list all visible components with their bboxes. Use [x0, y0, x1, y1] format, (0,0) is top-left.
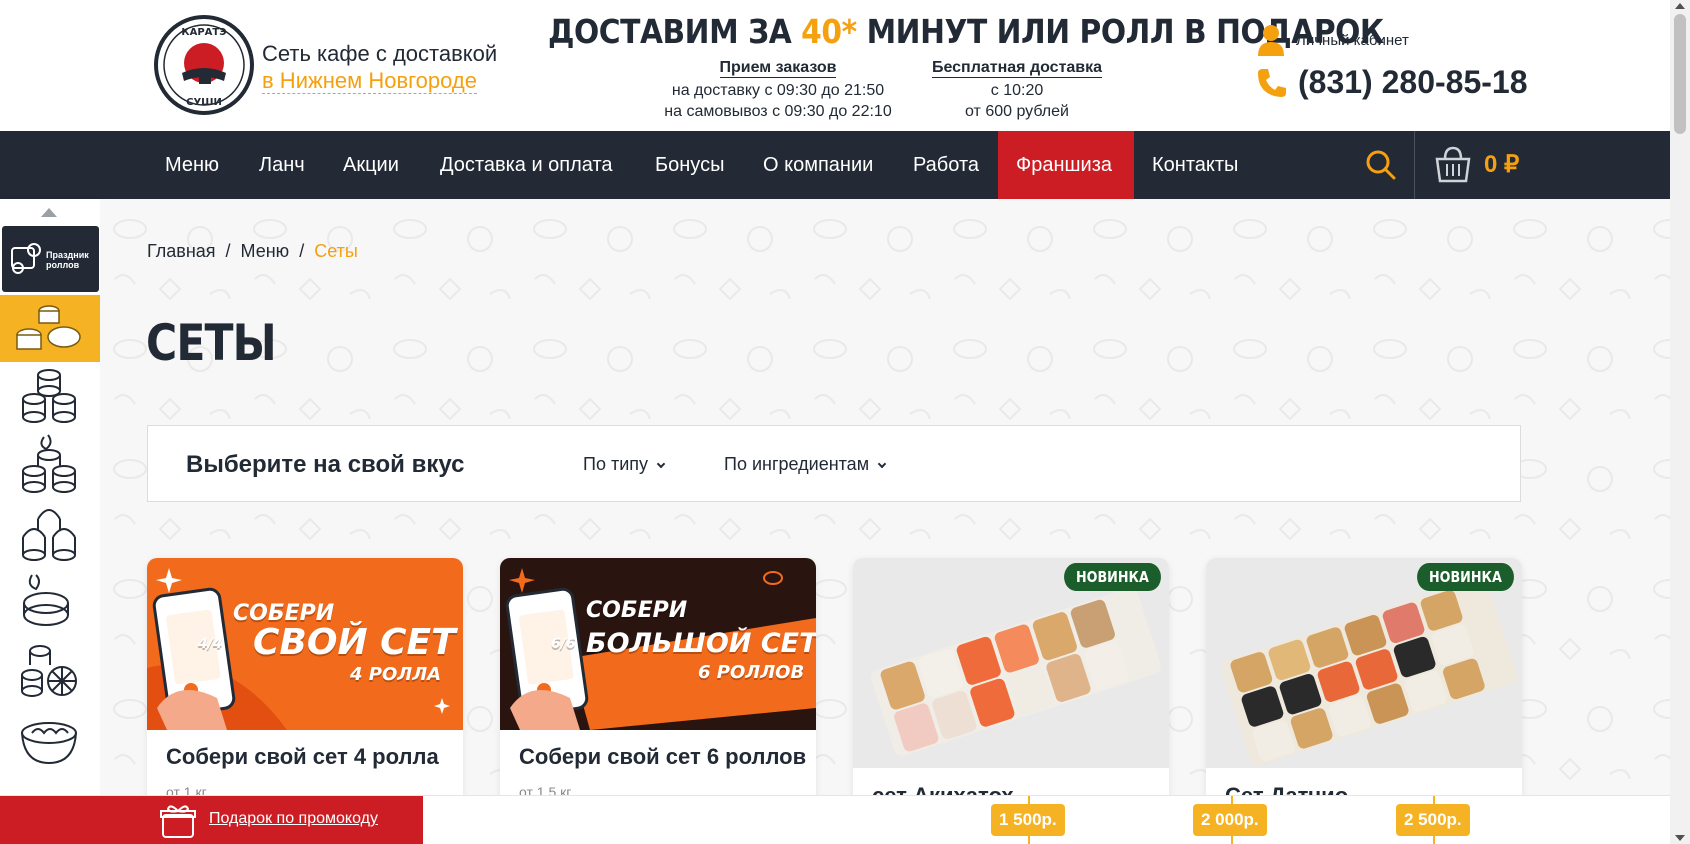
order-hours-title: Прием заказов	[719, 59, 837, 78]
nav-item-contacts[interactable]: Контакты	[1152, 131, 1238, 199]
filter-panel: Выберите на свой вкус По типу По ингреди…	[147, 425, 1521, 502]
holiday-label: Праздник роллов	[46, 250, 89, 270]
product-weight: от 1,5 кг	[519, 784, 572, 795]
gift-promo-button[interactable]: Подарок по промокоду	[0, 796, 423, 844]
filter-ingredients-label: По ингредиентам	[724, 454, 870, 474]
sidebar-item-holiday[interactable]: Праздник роллов	[2, 226, 99, 292]
nav-item-delivery[interactable]: Доставка и оплата	[440, 131, 613, 199]
banner-line1: СОБЕРИ	[586, 598, 688, 623]
banner-phone-count: 4/4	[198, 636, 223, 652]
threshold-2500: 2 500р.	[1396, 804, 1470, 836]
user-icon	[1258, 25, 1284, 56]
rolls-icon[interactable]	[18, 365, 80, 427]
new-badge: НОВИНКА	[1064, 563, 1161, 591]
page-title: СЕТЫ	[146, 314, 277, 372]
header-tagline: Сеть кафе с доставкой в Нижнем Новгороде	[262, 40, 497, 94]
tagline-text: Сеть кафе с доставкой	[262, 41, 498, 66]
chevron-down-icon	[656, 459, 666, 469]
cart-icon[interactable]	[1433, 145, 1473, 185]
gift-icon	[160, 805, 196, 838]
breadcrumb-current: Сеты	[314, 241, 358, 261]
banner-phone-count: 6/6	[551, 636, 576, 652]
free-delivery-min: от 600 рублей	[965, 103, 1069, 120]
threshold-2000: 2 000р.	[1193, 804, 1267, 836]
product-card[interactable]: 4/4 СОБЕРИ СВОЙ СЕТ 4 РОЛЛА Собери свой …	[147, 558, 463, 795]
product-name[interactable]: Сет Датчио	[1225, 783, 1348, 795]
free-delivery-title: Бесплатная доставка	[931, 59, 1103, 78]
new-badge: НОВИНКА	[1417, 563, 1514, 591]
nav-item-franchise[interactable]: Франшиза	[998, 131, 1134, 199]
page-scrollbar[interactable]	[1670, 0, 1690, 844]
product-card[interactable]: НОВИНКА сет Акихатох	[853, 558, 1169, 795]
banner-line2: БОЛЬШОЙ СЕТ	[586, 628, 816, 659]
threshold-1500: 1 500р.	[991, 804, 1065, 836]
breadcrumb-separator: /	[299, 241, 305, 261]
order-hours-pickup: на самовывоз с 09:30 до 22:10	[664, 103, 892, 120]
cart-total[interactable]: 0 ₽	[1484, 131, 1519, 199]
banner-line2: СВОЙ СЕТ	[253, 622, 456, 663]
karate-sushi-logo[interactable]: КАРАТЭ СУШИ	[146, 15, 262, 131]
phone-link[interactable]: (831) 280-85-18	[1256, 64, 1527, 101]
product-name[interactable]: Собери свой сет 4 ролла	[166, 744, 439, 770]
banner-line3: 6 РОЛЛОВ	[698, 662, 805, 683]
nav-item-lunch[interactable]: Ланч	[259, 131, 305, 199]
sidebar-item-sets[interactable]	[0, 295, 100, 362]
mini-rolls-icon[interactable]	[18, 639, 80, 701]
nav-item-jobs[interactable]: Работа	[913, 131, 979, 199]
filter-type-dropdown[interactable]: По типу	[583, 454, 666, 475]
city-selector[interactable]: в Нижнем Новгороде	[262, 68, 477, 94]
account-label: Личный кабинет	[1296, 31, 1409, 49]
product-card[interactable]: 6/6 СОБЕРИ БОЛЬШОЙ СЕТ 6 РОЛЛОВ Собери с…	[500, 558, 816, 795]
gift-progress-bar: Подарок по промокоду 1 500р. 2 000р. 2 5…	[0, 795, 1670, 844]
search-icon[interactable]	[1366, 150, 1396, 180]
filter-ingredients-dropdown[interactable]: По ингредиентам	[724, 454, 887, 475]
category-sidebar: Праздник роллов	[0, 199, 100, 795]
chevron-down-icon	[877, 459, 887, 469]
breadcrumb-menu[interactable]: Меню	[241, 241, 290, 261]
nav-item-menu[interactable]: Меню	[165, 131, 219, 199]
scroll-up-icon[interactable]	[41, 208, 57, 217]
free-delivery-time: с 10:20	[990, 82, 1044, 99]
filter-type-label: По типу	[583, 454, 648, 474]
nav-item-about[interactable]: О компании	[763, 131, 873, 199]
product-name[interactable]: Собери свой сет 6 роллов	[519, 744, 806, 770]
promo-prefix: ДОСТАВИМ ЗА	[548, 12, 802, 51]
holiday-rolls-icon	[11, 243, 41, 274]
phone-number: (831) 280-85-18	[1298, 64, 1528, 100]
filter-title: Выберите на свой вкус	[186, 451, 465, 478]
free-delivery-info: Бесплатная доставка с 10:20 от 600 рубле…	[922, 57, 1112, 122]
nav-item-bonuses[interactable]: Бонусы	[655, 131, 724, 199]
gunkan-icon[interactable]	[18, 501, 80, 563]
promo-number: 40*	[801, 12, 857, 51]
order-hours: Прием заказов на доставку с 09:30 до 21:…	[658, 57, 898, 122]
gift-promo-label: Подарок по промокоду	[209, 810, 378, 827]
hot-rolls-icon[interactable]	[18, 433, 80, 495]
main-content: Главная / Меню / Сеты СЕТЫ Выберите на свой …	[100, 199, 1670, 795]
nav-divider	[1414, 131, 1415, 199]
scroll-down-arrow[interactable]	[1675, 835, 1685, 841]
breadcrumb-separator: /	[225, 241, 231, 261]
product-card[interactable]: НОВИНКА Сет Датчио	[1206, 558, 1522, 795]
site-header: КАРАТЭ СУШИ Сеть кафе с доставкой в Нижн…	[0, 0, 1670, 131]
scroll-up-arrow[interactable]	[1675, 3, 1685, 9]
breadcrumb: Главная / Меню / Сеты	[147, 241, 358, 262]
order-hours-delivery: на доставку с 09:30 до 21:50	[671, 82, 885, 99]
noodles-icon[interactable]	[18, 709, 80, 771]
nav-item-promotions[interactable]: Акции	[343, 131, 399, 199]
banner-line3: 4 РОЛЛА	[350, 664, 442, 685]
baked-rolls-icon[interactable]	[18, 571, 80, 633]
product-weight: от 1 кг	[166, 784, 207, 795]
sets-icon	[16, 305, 81, 350]
svg-text:СУШИ: СУШИ	[186, 97, 222, 108]
breadcrumb-home[interactable]: Главная	[147, 241, 216, 261]
svg-text:КАРАТЭ: КАРАТЭ	[181, 27, 226, 38]
main-nav: Меню Ланч Акции Доставка и оплата Бонусы…	[0, 131, 1670, 199]
product-name[interactable]: сет Акихатох	[872, 783, 1014, 795]
scrollbar-thumb[interactable]	[1674, 14, 1686, 134]
account-link[interactable]: Личный кабинет	[1256, 24, 1409, 56]
phone-icon	[1258, 68, 1286, 97]
